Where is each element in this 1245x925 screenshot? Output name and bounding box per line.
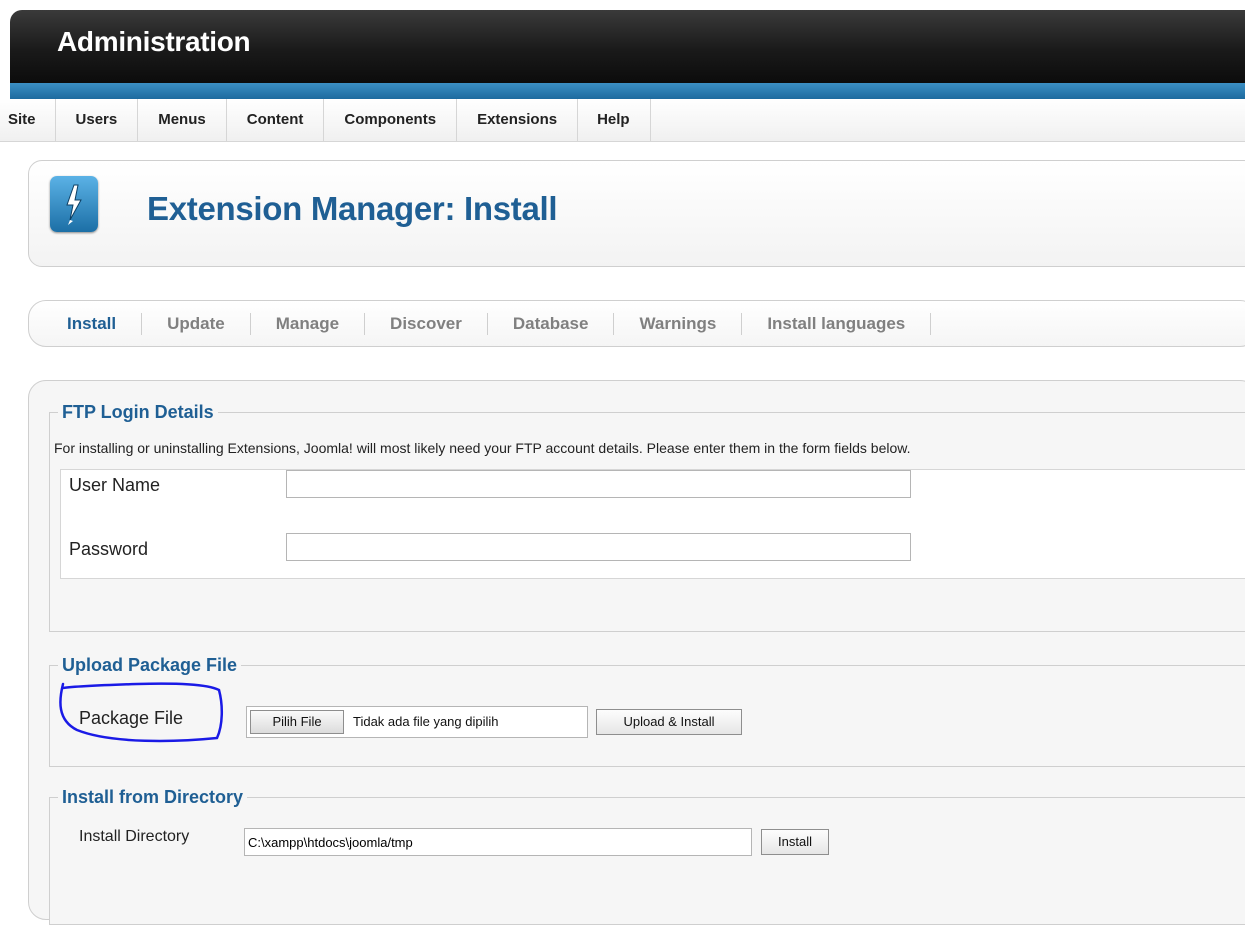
header-title: Administration: [57, 26, 251, 57]
directory-legend: Install from Directory: [62, 787, 244, 807]
main-menu: Site Users Menus Content Components Exte…: [0, 99, 1245, 142]
menu-site[interactable]: Site: [0, 99, 56, 141]
file-status-text: Tidak ada file yang dipilih: [353, 714, 499, 729]
tab-update[interactable]: Update: [142, 312, 251, 335]
ftp-legend: FTP Login Details: [62, 402, 214, 422]
password-label: Password: [69, 539, 149, 559]
tab-install-languages[interactable]: Install languages: [742, 312, 932, 335]
package-file-label: Package File: [79, 708, 184, 728]
ftp-note: For installing or uninstalling Extension…: [54, 440, 911, 456]
upload-package-fieldset: Upload Package File Package File Pilih F…: [49, 655, 1245, 767]
upload-legend: Upload Package File: [62, 655, 238, 675]
ftp-form-box: User Name Password: [60, 469, 1245, 579]
installer-subnav: Install Update Manage Discover Database …: [28, 300, 1245, 347]
ftp-login-fieldset: FTP Login Details For installing or unin…: [49, 402, 1245, 632]
install-directory-fieldset: Install from Directory Install Directory…: [49, 787, 1245, 925]
admin-header: Administration: [10, 10, 1245, 83]
choose-file-button[interactable]: Pilih File: [250, 710, 344, 734]
menu-help[interactable]: Help: [578, 99, 651, 141]
tab-install[interactable]: Install: [41, 312, 143, 335]
tab-database[interactable]: Database: [488, 312, 615, 335]
header-accent-bar: [10, 83, 1245, 99]
install-directory-input[interactable]: [244, 828, 752, 856]
tab-discover[interactable]: Discover: [365, 312, 488, 335]
page-title: Extension Manager: Install: [147, 190, 558, 227]
menu-users[interactable]: Users: [56, 99, 139, 141]
menu-menus[interactable]: Menus: [138, 99, 227, 141]
menu-extensions[interactable]: Extensions: [457, 99, 579, 141]
main-panel: FTP Login Details For installing or unin…: [28, 380, 1245, 925]
extension-manager-bolt-icon: [50, 176, 98, 232]
tab-warnings[interactable]: Warnings: [614, 312, 743, 335]
tab-manage[interactable]: Manage: [251, 312, 366, 335]
username-input[interactable]: [286, 470, 911, 498]
package-file-input[interactable]: Pilih File Tidak ada file yang dipilih: [246, 706, 588, 738]
install-directory-button[interactable]: Install: [761, 829, 829, 855]
menu-components[interactable]: Components: [324, 99, 458, 141]
page-title-panel: Extension Manager: Install: [28, 160, 1245, 267]
upload-install-button[interactable]: Upload & Install: [596, 709, 742, 735]
password-input[interactable]: [286, 533, 911, 561]
menu-content[interactable]: Content: [227, 99, 325, 141]
install-directory-label: Install Directory: [79, 828, 190, 845]
username-label: User Name: [69, 475, 161, 495]
